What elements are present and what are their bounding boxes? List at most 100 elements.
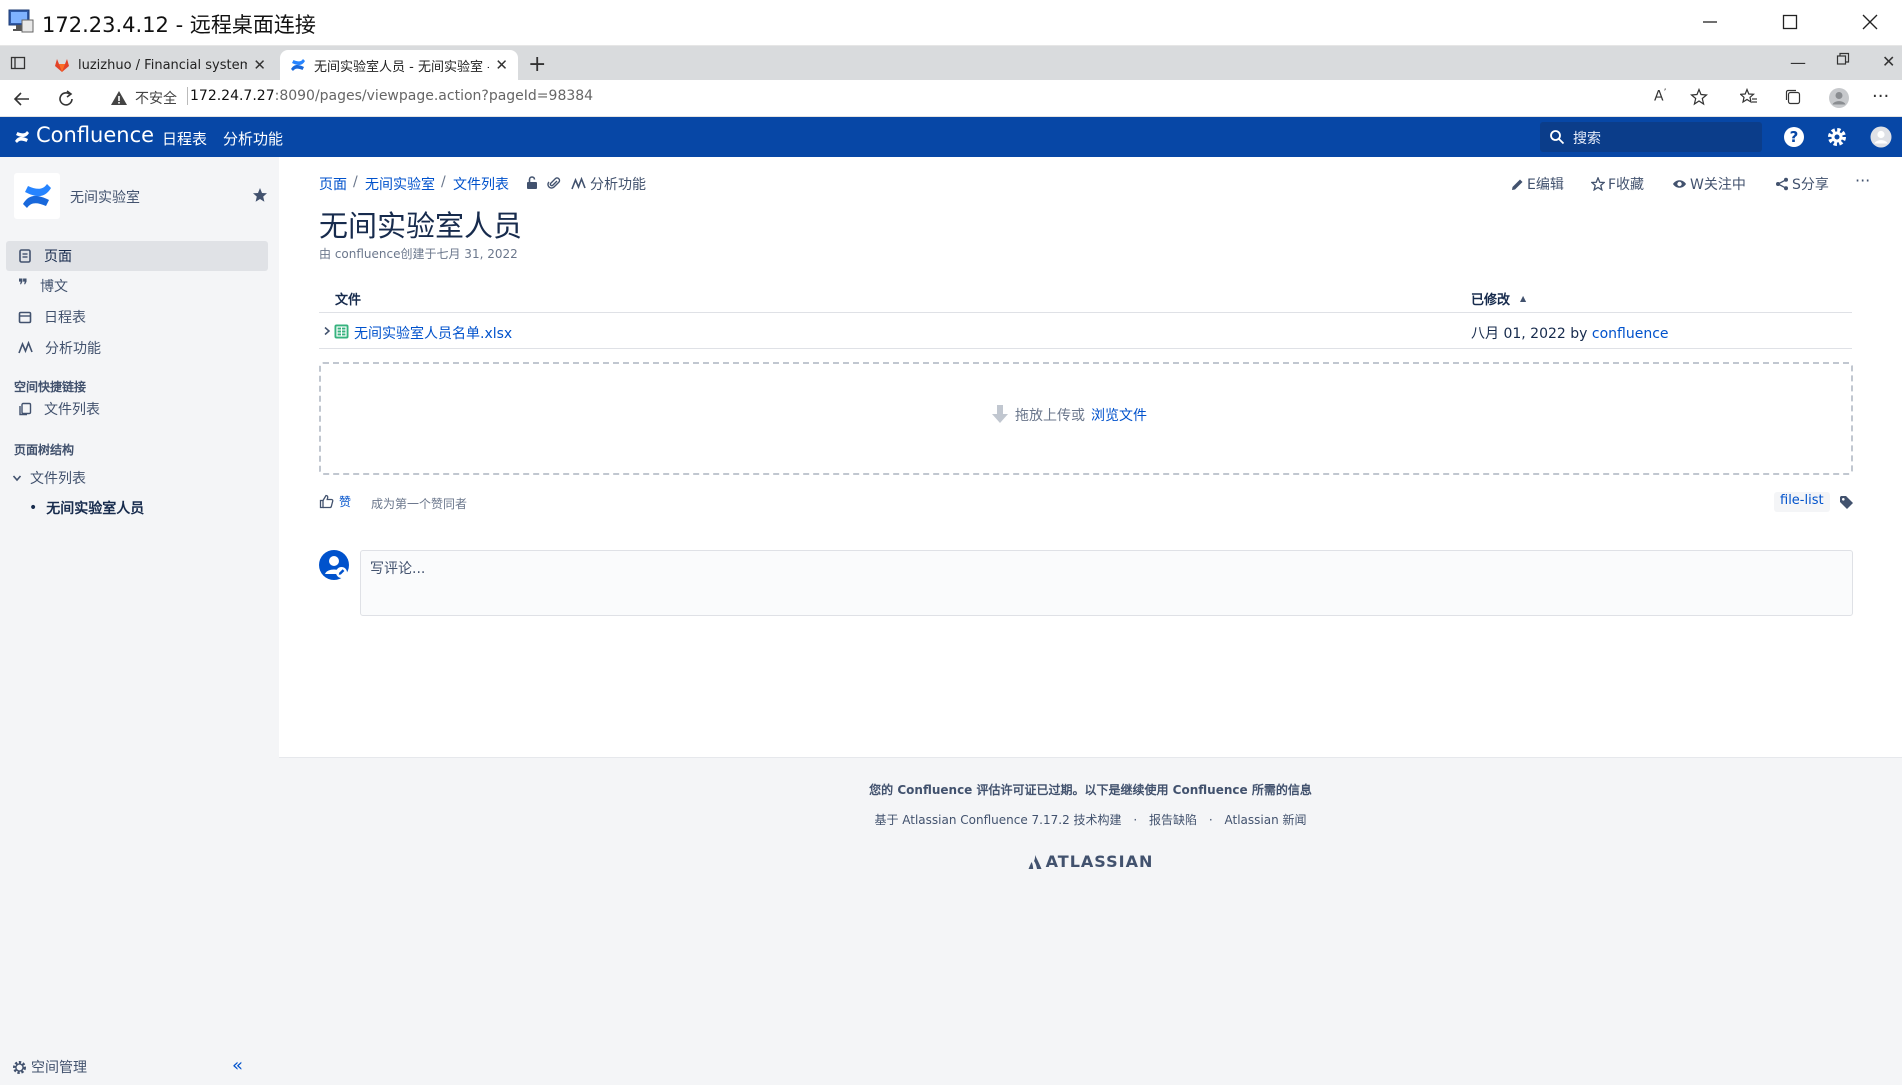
page-tree-heading: 页面树结构 (14, 443, 75, 457)
divider (187, 87, 188, 105)
chevron-down-icon[interactable] (12, 473, 22, 483)
tag-icon[interactable] (1839, 495, 1854, 510)
settings-icon[interactable] (1826, 126, 1848, 148)
star-icon[interactable] (252, 187, 268, 203)
space-admin-link[interactable]: 空间管理 (12, 1057, 87, 1077)
sidebar-item-analytics[interactable]: 分析功能 (6, 333, 268, 363)
calendar-icon (18, 310, 32, 324)
minimize-button[interactable] (1678, 0, 1742, 44)
nav-analytics[interactable]: 分析功能 (223, 128, 283, 149)
close-tab-icon[interactable]: ✕ (495, 56, 508, 74)
atlassian-logo[interactable]: ATLASSIAN (279, 852, 1902, 871)
browser-tab-strip: luzizhuo / Financial system-dem ✕ 无间实验室人… (0, 46, 1902, 80)
eye-icon (1672, 177, 1687, 191)
close-tab-icon[interactable]: ✕ (253, 56, 266, 74)
sidebar-item-pages[interactable]: 页面 (6, 241, 268, 271)
search-input[interactable]: 搜索 (1540, 122, 1762, 152)
close-window-icon[interactable]: ✕ (1882, 52, 1895, 71)
space-sidebar: 无间实验室 页面 ❞ 博文 日程表 分析功能 空间快捷链接 文件列表 页面树结构… (0, 157, 279, 1085)
sort-ascending-icon: ▲ (1520, 294, 1527, 303)
table-row[interactable]: 无间实验室人员名单.xlsx 八月 01, 2022 by confluence (319, 314, 1852, 349)
file-name-link[interactable]: 无间实验室人员名单.xlsx (354, 323, 512, 343)
likes-summary: 成为第一个赞同者 (371, 497, 468, 511)
files-table-header: 文件 已修改 ▲ (319, 281, 1852, 313)
page-icon (18, 249, 32, 263)
tab-confluence[interactable]: 无间实验室人员 - 无间实验室 - C ✕ (280, 50, 518, 80)
favorites-icon[interactable] (1740, 88, 1758, 106)
page-byline: 由 confluence创建于七月 31, 2022 (319, 247, 518, 261)
like-button[interactable]: 赞 (319, 493, 351, 510)
unlock-icon[interactable] (525, 176, 539, 190)
star-outline-icon (1591, 177, 1605, 191)
read-aloud-icon[interactable]: Aʼ (1654, 88, 1666, 105)
breadcrumb-space[interactable]: 无间实验室 (365, 174, 435, 194)
confluence-logo-icon[interactable] (14, 129, 30, 145)
help-icon[interactable]: ? (1783, 126, 1805, 148)
profile-icon[interactable] (1828, 87, 1850, 109)
add-favorite-icon[interactable] (1690, 88, 1708, 106)
watch-button[interactable]: W关注中 (1672, 174, 1746, 194)
sidebar-item-blog[interactable]: ❞ 博文 (6, 271, 268, 301)
shortcut-file-list[interactable]: 文件列表 (6, 394, 268, 424)
sidebar-item-calendar[interactable]: 日程表 (6, 302, 268, 332)
remote-desktop-icon (8, 8, 34, 34)
bullet-icon: • (29, 500, 38, 516)
browse-files-link[interactable]: 浏览文件 (1091, 405, 1147, 425)
thumbs-up-icon (319, 494, 334, 509)
url-field[interactable]: 172.24.7.27:8090/pages/viewpage.action?p… (190, 88, 593, 104)
page-analytics-link[interactable]: 分析功能 (571, 174, 646, 194)
atlassian-news-link[interactable]: Atlassian 新闻 (1225, 813, 1307, 827)
page-title: 无间实验室人员 (319, 209, 523, 243)
attachment-icon[interactable] (547, 176, 561, 190)
upload-dropzone[interactable]: 拖放上传或 浏览文件 (319, 362, 1853, 475)
share-button[interactable]: S分享 (1775, 174, 1829, 194)
tab-actions-icon[interactable] (10, 55, 26, 71)
minimize-icon[interactable]: — (1790, 53, 1806, 72)
warning-icon[interactable] (110, 89, 128, 107)
author-link[interactable]: confluence (1592, 326, 1669, 342)
gitlab-icon (54, 57, 70, 73)
report-bug-link[interactable]: 报告缺陷 (1149, 813, 1197, 827)
chevron-right-icon[interactable] (323, 326, 331, 336)
column-modified[interactable]: 已修改 ▲ (1471, 289, 1526, 308)
tree-item-current[interactable]: • 无间实验室人员 (29, 498, 144, 518)
svg-text:?: ? (1790, 128, 1799, 146)
tab-title: luzizhuo / Financial system-dem (78, 57, 248, 73)
confluence-logo[interactable]: Confluence (36, 123, 154, 147)
comment-input[interactable]: 写评论... (360, 550, 1853, 616)
label-tag[interactable]: file-list (1774, 492, 1830, 512)
collections-icon[interactable] (1784, 88, 1802, 106)
copy-icon (18, 402, 32, 416)
maximize-button[interactable] (1758, 0, 1822, 44)
back-icon[interactable] (12, 89, 32, 109)
commenter-avatar (319, 550, 349, 580)
confluence-icon (290, 57, 306, 73)
analytics-icon (18, 341, 33, 355)
more-icon[interactable]: ··· (1872, 86, 1889, 107)
atlassian-icon (1028, 854, 1042, 870)
save-for-later-button[interactable]: F收藏 (1591, 174, 1644, 194)
edit-button[interactable]: E编辑 (1511, 174, 1564, 194)
share-icon (1775, 177, 1789, 191)
restore-icon[interactable] (1836, 52, 1850, 66)
column-file[interactable]: 文件 (335, 289, 361, 308)
download-arrow-icon (991, 404, 1009, 426)
search-icon (1549, 129, 1565, 145)
dropzone-content: 拖放上传或 浏览文件 (991, 404, 1147, 426)
tab-gitlab[interactable]: luzizhuo / Financial system-dem ✕ (44, 50, 276, 80)
user-avatar[interactable] (1870, 126, 1892, 148)
space-name[interactable]: 无间实验室 (70, 187, 140, 207)
nav-calendar[interactable]: 日程表 (162, 128, 207, 149)
powered-by-link[interactable]: 基于 Atlassian Confluence 7.17.2 技术构建 (874, 813, 1121, 827)
close-button[interactable] (1838, 0, 1902, 44)
spreadsheet-icon (334, 324, 349, 339)
refresh-icon[interactable] (56, 89, 76, 109)
more-actions-icon[interactable]: ··· (1855, 171, 1870, 190)
breadcrumb-file-list[interactable]: 文件列表 (453, 174, 509, 194)
new-tab-icon[interactable]: + (528, 52, 546, 77)
collapse-sidebar-icon[interactable]: « (232, 1055, 243, 1076)
breadcrumb-pages[interactable]: 页面 (319, 174, 347, 194)
tree-item-file-list[interactable]: 文件列表 (12, 468, 86, 488)
space-avatar[interactable] (14, 173, 60, 219)
analytics-icon (571, 177, 586, 191)
